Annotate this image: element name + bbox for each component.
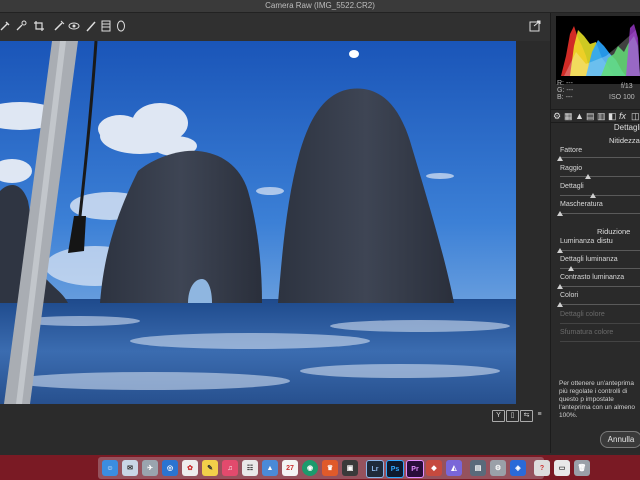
dock-contacts-icon[interactable]: ☷ <box>242 460 258 476</box>
slider-track-raggio[interactable] <box>560 176 640 177</box>
split-tone-tab-icon[interactable]: ▥ <box>597 111 606 122</box>
rgb-readout: R: --- G: --- B: --- <box>557 80 573 101</box>
noise-reduction-heading: Riduzione distu <box>597 227 631 245</box>
slider-label-dettagli-colore: Dettagli colore <box>560 311 605 318</box>
dock-background: ☺ ✉ ✈ ◎ ✿ ✎ ♫ ☷ ▲ 27 ◉ ♛ ▣ Lr Ps Pr ◆ ◭ … <box>0 455 640 480</box>
b-value: --- <box>565 94 573 101</box>
basic-tab-icon[interactable]: ⚙ <box>553 111 561 122</box>
iso-value: ISO 100 <box>609 94 635 101</box>
before-after-y-button[interactable]: Y <box>492 410 505 422</box>
slider-track-sfumatura-colore <box>560 341 640 342</box>
dock-finder-icon[interactable]: ☺ <box>102 460 118 476</box>
slider-label-mascheratura: Mascheratura <box>560 201 603 208</box>
slider-track-mascheratura[interactable] <box>560 213 640 214</box>
export-icon[interactable] <box>528 19 542 33</box>
dock-calendar-icon[interactable]: 27 <box>282 460 298 476</box>
dock-photoshop-icon[interactable]: Ps <box>386 460 404 478</box>
zoom-hint-text: Per ottenere un'anteprima più regolate i… <box>559 380 636 419</box>
dock-doc-icon[interactable]: ▭ <box>554 460 570 476</box>
dock-trash-icon[interactable]: 🗑 <box>574 460 590 476</box>
r-label: R: <box>557 80 564 87</box>
lens-tab-icon[interactable]: ◧ <box>608 111 617 122</box>
image-preview[interactable] <box>0 41 516 404</box>
sharpening-heading: Nitidezza <box>609 136 640 145</box>
radial-icon[interactable] <box>114 19 128 33</box>
dock-lightroom-icon[interactable]: Lr <box>366 460 384 478</box>
slider-label-dettagli: Dettagli <box>560 183 584 190</box>
redeye-icon[interactable] <box>67 19 81 33</box>
dock-mail-icon[interactable]: ✉ <box>122 460 138 476</box>
slider-thumb-dettagli-luminanza[interactable] <box>568 266 575 271</box>
swap-icon[interactable]: ⇆ <box>520 410 533 422</box>
slider-label-fattore: Fattore <box>560 147 583 154</box>
panel-tabs: ⚙ ▦ ▲ ▤ ▥ ◧ fx ◫ <box>551 109 640 123</box>
dock-notes-icon[interactable]: ✎ <box>202 460 218 476</box>
eyedropper-icon[interactable] <box>0 19 12 33</box>
panel-title: Dettagli <box>613 123 640 132</box>
detail-tab-icon[interactable]: ▲ <box>575 111 584 121</box>
dock-app2-icon[interactable]: ▣ <box>342 460 358 476</box>
dock-app3-icon[interactable]: ◆ <box>426 460 442 476</box>
slider-thumb-luminanza[interactable] <box>557 248 563 253</box>
dock-safari-icon[interactable]: ◎ <box>162 460 178 476</box>
histogram <box>556 16 640 84</box>
slider-track-colori[interactable] <box>560 304 640 305</box>
slider-thumb-raggio[interactable] <box>584 174 591 179</box>
dock-preferences-icon[interactable]: ⚙ <box>490 460 506 476</box>
crop-icon[interactable] <box>32 19 46 33</box>
slider-track-dettagli[interactable] <box>560 195 640 196</box>
slider-track-luminanza[interactable] <box>560 250 640 251</box>
slider-label-dettagli-luminanza: Dettagli luminanza <box>560 256 618 263</box>
g-label: G: <box>557 87 565 94</box>
dock-app4-icon[interactable]: ◭ <box>446 460 462 476</box>
camera-tab-icon[interactable]: ◫ <box>631 111 640 122</box>
window-titlebar: Camera Raw (IMG_5522.CR2) <box>0 0 640 13</box>
before-after-icon[interactable]: ▯ <box>506 410 519 422</box>
fx-tab-icon[interactable]: fx <box>619 111 626 121</box>
preview-statusbar: Y ▯ ⇆ ≡ <box>0 406 550 428</box>
adjustment-brush-icon[interactable] <box>84 19 98 33</box>
dock-preview-icon[interactable]: ▤ <box>470 460 486 476</box>
toolbar <box>0 13 550 41</box>
slider-track-dettagli-colore <box>560 323 640 324</box>
dock-music-icon[interactable]: ♫ <box>222 460 238 476</box>
dock-help-icon[interactable]: ? <box>534 460 550 476</box>
g-value: --- <box>566 87 574 94</box>
dock-dropbox-icon[interactable]: ◈ <box>510 460 526 476</box>
slider-thumb-mascheratura[interactable] <box>557 211 563 216</box>
settings-icon[interactable]: ≡ <box>534 410 545 420</box>
slider-label-luminanza: Luminanza <box>560 238 595 245</box>
dock-facetime-icon[interactable]: ◉ <box>302 460 318 476</box>
b-label: B: <box>557 94 564 101</box>
dock: ☺ ✉ ✈ ◎ ✿ ✎ ♫ ☷ ▲ 27 ◉ ♛ ▣ Lr Ps Pr ◆ ◭ … <box>98 457 590 479</box>
tone-curve-tab-icon[interactable]: ▦ <box>564 111 573 122</box>
dock-app-icon[interactable]: ♛ <box>322 460 338 476</box>
slider-label-contrasto-luminanza: Contrasto luminanza <box>560 274 625 281</box>
slider-thumb-dettagli[interactable] <box>590 193 597 198</box>
dock-photos-icon[interactable]: ✿ <box>182 460 198 476</box>
brush-icon[interactable] <box>52 19 66 33</box>
slider-thumb-fattore[interactable] <box>557 156 563 161</box>
dock-launchpad-icon[interactable]: ✈ <box>142 460 158 476</box>
filter-icon[interactable] <box>99 19 113 33</box>
slider-label-colori: Colori <box>560 292 579 299</box>
slider-label-raggio: Raggio <box>560 165 583 172</box>
slider-thumb-contrasto-luminanza[interactable] <box>557 284 563 289</box>
aperture-value: f/13 <box>621 83 633 90</box>
r-value: --- <box>565 80 573 87</box>
dock-keynote-icon[interactable]: ▲ <box>262 460 278 476</box>
slider-thumb-colori[interactable] <box>557 302 563 307</box>
slider-track-fattore[interactable] <box>560 157 640 158</box>
cancel-button[interactable]: Annulla <box>600 431 640 448</box>
adjustments-panel: R: --- G: --- B: --- f/13 ISO 100 ⚙ ▦ ▲ … <box>550 13 640 453</box>
hsl-tab-icon[interactable]: ▤ <box>586 111 595 122</box>
window-title: Camera Raw (IMG_5522.CR2) <box>265 1 375 10</box>
slider-label-sfumatura-colore: Sfumatura colore <box>560 329 614 336</box>
dock-premiere-icon[interactable]: Pr <box>406 460 424 478</box>
slider-track-contrasto-luminanza[interactable] <box>560 286 640 287</box>
color-sampler-icon[interactable] <box>14 19 28 33</box>
